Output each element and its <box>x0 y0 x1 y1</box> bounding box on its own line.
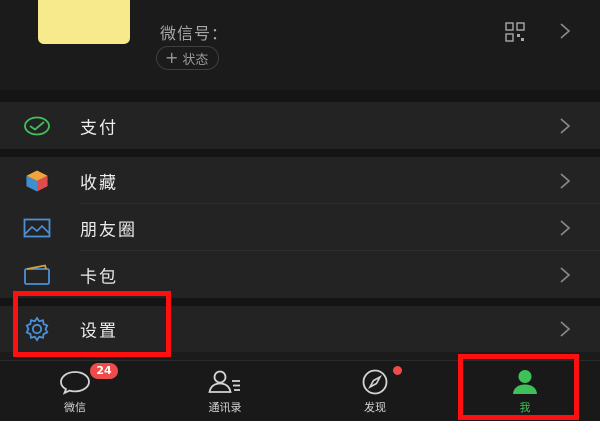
section-gap <box>0 298 600 306</box>
menu-item-moments[interactable]: 朋友圈 <box>0 204 600 251</box>
tab-contacts[interactable]: 通讯录 <box>150 361 300 421</box>
menu-item-label: 收藏 <box>80 173 118 193</box>
chevron-right-icon <box>560 219 571 236</box>
add-status-button[interactable]: + 状态 <box>156 46 220 70</box>
status-label: 状态 <box>182 52 209 68</box>
tab-label: 发现 <box>364 401 386 414</box>
new-moments-dot <box>393 366 402 375</box>
tab-label: 通讯录 <box>208 401 242 414</box>
menu-item-label: 朋友圈 <box>80 220 137 240</box>
tab-label: 我 <box>519 401 531 414</box>
menu-item-settings[interactable]: 设置 <box>0 306 600 352</box>
profile-header[interactable]: 微信号： + 状态 <box>0 0 600 90</box>
avatar[interactable] <box>38 0 130 44</box>
chevron-right-icon <box>560 172 571 189</box>
section-gap <box>0 90 600 102</box>
menu-item-label: 卡包 <box>80 267 118 287</box>
menu-group-content: 收藏 朋友圈 卡包 <box>0 157 600 298</box>
person-icon <box>507 369 543 395</box>
compass-icon <box>357 369 393 395</box>
menu-group-pay: 支付 <box>0 102 600 149</box>
menu-item-label: 设置 <box>80 321 118 342</box>
bottom-tab-bar: 24 微信 通讯录 发现 我 <box>0 360 600 420</box>
unread-badge: 24 <box>90 363 118 379</box>
section-gap <box>0 149 600 157</box>
tab-discover[interactable]: 发现 <box>300 361 450 421</box>
menu-item-favorites[interactable]: 收藏 <box>0 157 600 204</box>
contacts-icon <box>207 369 243 395</box>
chevron-right-icon <box>560 117 571 134</box>
chevron-right-icon <box>560 23 571 39</box>
wechat-id-label: 微信号： <box>160 24 229 43</box>
favorites-cube-icon <box>22 168 52 194</box>
gear-icon <box>22 316 52 342</box>
tab-chats[interactable]: 24 微信 <box>0 361 150 421</box>
menu-group-settings: 设置 <box>0 306 600 352</box>
pay-icon <box>22 113 52 139</box>
moments-picture-icon <box>22 215 52 241</box>
chevron-right-icon <box>560 321 571 337</box>
qr-code-icon[interactable] <box>505 22 525 42</box>
menu-item-pay[interactable]: 支付 <box>0 102 600 149</box>
chevron-right-icon <box>560 266 571 283</box>
card-wallet-icon <box>22 262 52 288</box>
menu-item-label: 支付 <box>80 118 118 138</box>
plus-icon: + <box>165 48 179 67</box>
tab-label: 微信 <box>64 401 86 414</box>
chat-bubble-icon <box>57 369 93 395</box>
menu-item-cards[interactable]: 卡包 <box>0 251 600 298</box>
tab-me[interactable]: 我 <box>450 361 600 421</box>
